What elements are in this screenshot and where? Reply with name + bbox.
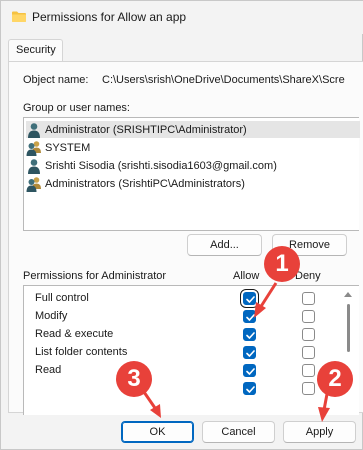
- tab-security[interactable]: Security: [8, 39, 63, 62]
- apply-button[interactable]: Apply: [283, 421, 356, 443]
- object-name-label: Object name:: [23, 74, 89, 86]
- deny-column-header: Deny: [295, 270, 321, 282]
- window-title: Permissions for Allow an app: [32, 10, 187, 24]
- allow-checkbox[interactable]: [240, 289, 259, 308]
- user-name: Administrator (SRISHTIPC\Administrator): [45, 123, 247, 136]
- folder-icon: [12, 11, 26, 22]
- user-icon: [28, 158, 40, 174]
- allow-checkbox[interactable]: [243, 346, 256, 359]
- permission-row: [24, 379, 344, 397]
- permission-name: Modify: [35, 310, 68, 322]
- permission-name: Full control: [35, 292, 89, 304]
- annotation-badge-1: 1: [264, 246, 300, 282]
- permission-row: Full control: [24, 289, 344, 308]
- permission-name: Read: [35, 364, 62, 376]
- ok-button[interactable]: OK: [121, 421, 194, 443]
- permissions-list[interactable]: Full control Modify Read & execute List fol…: [23, 285, 359, 415]
- permission-row: Modify: [24, 307, 344, 325]
- list-item-administrators[interactable]: Administrators (SrishtiPC\Administrators…: [26, 175, 360, 192]
- group-names-label: Group or user names:: [23, 102, 130, 114]
- allow-column-header: Allow: [233, 270, 260, 282]
- tab-strip: Security: [1, 34, 363, 62]
- user-name: SYSTEM: [45, 141, 91, 154]
- add-button[interactable]: Add...: [187, 234, 262, 256]
- allow-checkbox[interactable]: [243, 364, 256, 377]
- group-icon: [26, 140, 41, 156]
- list-item-administrator[interactable]: Administrator (SRISHTIPC\Administrator): [26, 121, 360, 138]
- title-bar[interactable]: Permissions for Allow an app: [1, 1, 363, 34]
- allow-checkbox[interactable]: [243, 328, 256, 341]
- user-icon: [28, 122, 40, 138]
- deny-checkbox[interactable]: [302, 382, 315, 395]
- annotation-badge-2: 2: [317, 361, 353, 397]
- deny-checkbox[interactable]: [302, 364, 315, 377]
- security-panel: Object name: C:\Users\srish\OneDrive\Doc…: [8, 61, 363, 415]
- permission-name: List folder contents: [35, 346, 128, 358]
- permission-row: Read: [24, 361, 344, 379]
- object-name-value: C:\Users\srish\OneDrive\Documents\ShareX…: [102, 74, 345, 86]
- deny-checkbox[interactable]: [302, 292, 315, 305]
- permissions-header: Permissions for Administrator: [23, 270, 167, 282]
- permissions-dialog: Permissions for Allow an app Security Ob…: [0, 0, 363, 450]
- scroll-up-arrow-icon[interactable]: [344, 292, 352, 297]
- permission-row: List folder contents: [24, 343, 344, 361]
- group-user-list[interactable]: Administrator (SRISHTIPC\Administrator) …: [23, 117, 360, 231]
- deny-checkbox[interactable]: [302, 328, 315, 341]
- scroll-thumb[interactable]: [347, 304, 350, 352]
- annotation-badge-3: 3: [116, 361, 152, 397]
- list-item-srishti[interactable]: Srishti Sisodia (srishti.sisodia1603@gma…: [26, 157, 360, 174]
- group-icon: [26, 176, 41, 192]
- user-name: Administrators (SrishtiPC\Administrators…: [45, 177, 245, 190]
- scrollbar[interactable]: [344, 292, 352, 412]
- deny-checkbox[interactable]: [302, 310, 315, 323]
- list-item-system[interactable]: SYSTEM: [26, 139, 360, 156]
- permission-row: Read & execute: [24, 325, 344, 343]
- user-name: Srishti Sisodia (srishti.sisodia1603@gma…: [45, 159, 277, 172]
- allow-checkbox[interactable]: [243, 310, 256, 323]
- deny-checkbox[interactable]: [302, 346, 315, 359]
- cancel-button[interactable]: Cancel: [202, 421, 275, 443]
- permission-name: Read & execute: [35, 328, 114, 340]
- allow-checkbox[interactable]: [243, 382, 256, 395]
